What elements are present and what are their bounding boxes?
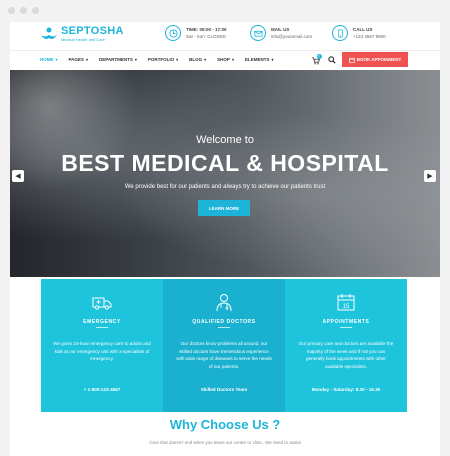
nav-item-label: PORTFOLIO	[147, 57, 175, 62]
mail-icon	[250, 25, 266, 41]
dot-icon	[8, 7, 15, 14]
chevron-down-icon: ▾	[85, 57, 88, 62]
chevron-down-icon: ▾	[176, 57, 179, 62]
calendar-icon: 15	[337, 294, 355, 311]
card-footer: Monday - Saturday: 8.30 - 16.30	[311, 387, 381, 392]
card-text: We gives 24-hour emergency care to adult…	[53, 341, 151, 362]
nav-item-shop[interactable]: SHOP ▾	[217, 57, 234, 62]
page-frame: SEPTOSHA Medical Health and Care TIME: 0…	[10, 22, 440, 456]
divider	[96, 327, 108, 328]
main-navigation: HOME ▾ PAGES ▾ DEPARTMENTS ▾ PORTFOLIO ▾ BLO…	[10, 50, 440, 68]
phone-icon	[332, 25, 348, 41]
divider	[218, 327, 230, 328]
search-icon[interactable]	[328, 56, 336, 64]
logo-name: SEPTOSHA	[61, 25, 124, 37]
slider-next-arrow-icon[interactable]: ▶	[424, 170, 436, 182]
card-title: APPOINTMENTS	[322, 319, 370, 325]
chevron-down-icon: ▾	[231, 57, 234, 62]
card-text: Our primary care and doctors are availab…	[298, 341, 394, 369]
chevron-down-icon: ▾	[134, 57, 137, 62]
nav-item-pages[interactable]: PAGES ▾	[69, 57, 88, 62]
chevron-down-icon: ▾	[204, 57, 207, 62]
slider-prev-arrow-icon[interactable]: ◀	[12, 170, 24, 182]
hero-subtitle: We provide best for our patients and alw…	[124, 184, 326, 190]
feature-cards: EMERGENCY We gives 24-hour emergency car…	[41, 279, 407, 412]
why-choose-us-title: Why Choose Us ?	[169, 417, 281, 432]
nav-item-label: HOME	[40, 57, 54, 62]
why-choose-us-subtitle: Care that doesn't end when you leave our…	[149, 440, 301, 445]
contact-label: MAIL US	[271, 27, 290, 32]
nav-item-home[interactable]: HOME ▾	[40, 57, 58, 62]
cart-count-badge: 0	[317, 54, 322, 59]
divider	[340, 327, 352, 328]
nav-item-blog[interactable]: BLOG ▾	[189, 57, 206, 62]
site-logo[interactable]: SEPTOSHA Medical Health and Care	[40, 26, 124, 42]
nav-item-elements[interactable]: ELEMENTS ▾	[245, 57, 274, 62]
contact-value: +123 4567 8900	[353, 34, 386, 39]
browser-window-dots	[8, 7, 39, 14]
book-appointment-button[interactable]: BOOK APPOINMENT	[342, 52, 408, 67]
doctor-icon	[216, 294, 232, 312]
contact-hours: TIME: 09:00 - 17:00 Sat - Sun: CLOSED	[165, 25, 227, 41]
clock-icon	[165, 25, 181, 41]
card-text: Our doctors know problems all around, ou…	[176, 341, 272, 369]
dot-icon	[20, 7, 27, 14]
card-footer: + 1-800-123-4567	[83, 387, 121, 392]
nav-item-label: SHOP	[217, 57, 230, 62]
contact-phone[interactable]: CALL US +123 4567 8900	[332, 25, 386, 41]
contact-value: Sat - Sun: CLOSED	[186, 34, 226, 39]
contact-label: TIME: 09:00 - 17:00	[186, 27, 227, 32]
contact-mail[interactable]: MAIL US info@youremail.com	[250, 25, 312, 41]
chevron-down-icon: ▾	[271, 57, 274, 62]
nav-item-label: DEPARTMENTS	[98, 57, 133, 62]
nav-item-label: PAGES	[68, 57, 84, 62]
card-title: QUALIFIED DOCTORS	[192, 319, 256, 325]
hero-title: BEST MEDICAL & HOSPITAL	[61, 150, 389, 176]
hero-slider: Welcome to BEST MEDICAL & HOSPITAL We pr…	[10, 70, 440, 277]
top-bar: SEPTOSHA Medical Health and Care TIME: 0…	[10, 22, 440, 48]
nav-item-label: BLOG	[189, 57, 203, 62]
ambulance-icon	[92, 297, 112, 310]
nav-item-label: ELEMENTS	[244, 57, 270, 62]
book-appointment-label: BOOK APPOINMENT	[356, 57, 402, 62]
svg-text:15: 15	[343, 304, 350, 310]
contact-value: info@youremail.com	[271, 34, 313, 39]
contact-label: CALL US	[353, 27, 373, 32]
card-emergency: EMERGENCY We gives 24-hour emergency car…	[41, 279, 163, 412]
card-footer: Skilled Doctors Team	[200, 387, 248, 392]
hero-welcome: Welcome to	[196, 134, 254, 146]
logo-tagline: Medical Health and Care	[61, 37, 106, 42]
card-qualified-doctors: QUALIFIED DOCTORS Our doctors know probl…	[163, 279, 285, 412]
nav-item-departments[interactable]: DEPARTMENTS ▾	[99, 57, 137, 62]
calendar-icon	[348, 57, 355, 63]
chevron-down-icon: ▾	[55, 57, 58, 62]
logo-hands-icon	[41, 27, 57, 39]
card-appointments: 15 APPOINTMENTS Our primary care and doc…	[285, 279, 407, 412]
nav-item-portfolio[interactable]: PORTFOLIO ▾	[148, 57, 178, 62]
dot-icon	[32, 7, 39, 14]
card-title: EMERGENCY	[83, 319, 121, 325]
learn-more-button[interactable]: LEARN MORE	[198, 200, 250, 216]
